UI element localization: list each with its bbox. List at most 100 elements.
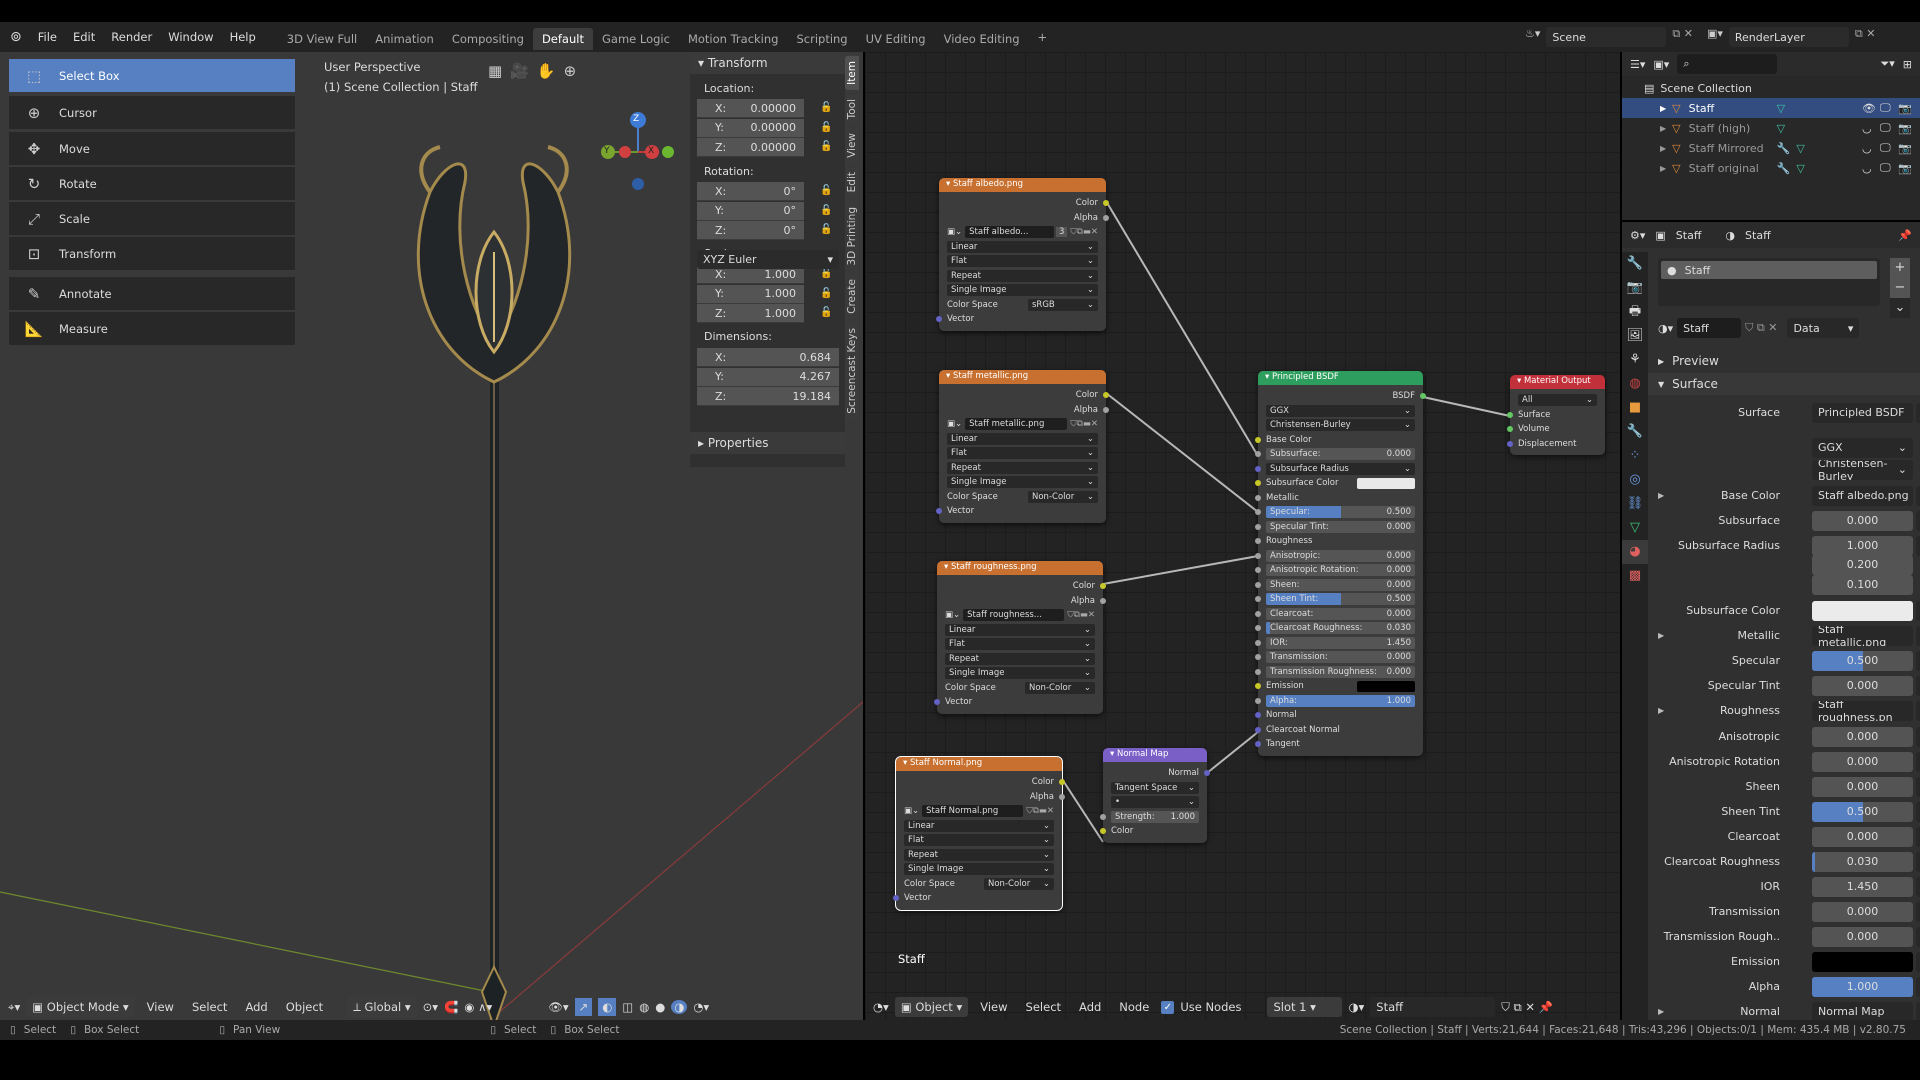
material-shading-icon[interactable]: ◑ — [671, 1000, 688, 1014]
prop-field[interactable]: 1.000 — [1812, 535, 1913, 556]
pivot-icon[interactable]: ⊙▾ — [423, 1000, 438, 1014]
lock-icon[interactable]: 🔓 — [820, 102, 832, 113]
display-mode-icon[interactable]: ☰▾ — [1630, 58, 1645, 71]
new-view-layer-icon[interactable]: ⧉ ✕ — [1855, 27, 1876, 47]
node-dropdown[interactable]: Linear ⌄ — [947, 432, 1098, 445]
color-socket-icon[interactable] — [1103, 392, 1109, 398]
lock-icon[interactable]: 🔓 — [820, 205, 832, 216]
data-tab-icon[interactable]: ▽ — [1622, 516, 1648, 540]
node-dropdown[interactable]: GGX ⌄ — [1266, 404, 1415, 417]
node-row-color-space[interactable]: Color Space Non-Color ⌄ — [939, 490, 1106, 505]
expand-arrow-icon[interactable]: ▶ — [1658, 1007, 1664, 1016]
prop-field[interactable]: 0.000 — [1812, 826, 1913, 847]
prop-field[interactable] — [1812, 600, 1913, 621]
gizmo-toggle-icon[interactable]: ↗ — [574, 998, 593, 1016]
node-dropdown[interactable]: Single Image ⌄ — [947, 284, 1098, 297]
editor-type-icon[interactable]: ⌖▾ — [8, 1000, 20, 1015]
socket-link-icon[interactable]: ○ — [1916, 776, 1920, 797]
node-slider[interactable]: Strength: 1.000 — [1111, 810, 1199, 823]
image-actions-icon[interactable]: ⛉⧉▬✕ — [1026, 806, 1054, 816]
shader-socket-icon[interactable] — [1507, 426, 1513, 432]
prop-field[interactable]: Staff albedo.png — [1812, 485, 1913, 506]
float-socket-icon[interactable] — [1059, 793, 1065, 800]
expand-arrow-icon[interactable]: ▶ — [1660, 124, 1666, 133]
node-row-flat[interactable]: Flat ⌄ — [937, 637, 1103, 652]
node-row-staff-metallic-png[interactable]: ▣⌄ Staff metallic.png ⛉⧉▬✕ — [939, 417, 1106, 432]
wrench-icon[interactable]: 🔧 — [1777, 162, 1791, 175]
color-socket-icon[interactable] — [1100, 828, 1106, 834]
vector-socket-icon[interactable] — [1255, 712, 1261, 718]
color-space-dropdown[interactable]: sRGB ⌄ — [1028, 298, 1098, 311]
socket-link-icon[interactable]: ○ — [1916, 625, 1920, 646]
node-dropdown[interactable]: Single Image ⌄ — [945, 667, 1095, 680]
mesh-data-icon[interactable]: ▽ — [1777, 102, 1785, 115]
tool-select-box[interactable]: ⬚ Select Box — [9, 59, 295, 92]
node-dropdown[interactable]: Repeat ⌄ — [904, 848, 1054, 861]
wrench-icon[interactable]: 🔧 — [1777, 142, 1791, 155]
workspace-tab-uv-editing[interactable]: UV Editing — [857, 28, 935, 50]
node-dropdown[interactable]: Repeat ⌄ — [947, 269, 1098, 282]
expand-arrow-icon[interactable]: ▶ — [1658, 631, 1664, 640]
rotation-mode-dropdown[interactable]: XYZ Euler ▾ — [697, 250, 839, 269]
monitor-icon[interactable]: 🖵 — [1880, 161, 1891, 175]
node-slider[interactable]: Transmission Roughness: 0.000 — [1266, 665, 1415, 678]
slot-specials-button[interactable]: ⌄ — [1890, 298, 1910, 318]
node-slider[interactable]: Sheen Tint: 0.500 — [1266, 593, 1415, 606]
prop-field[interactable]: Staff roughness.pn — [1812, 700, 1913, 721]
node-dropdown[interactable]: Subsurface Radius ⌄ — [1266, 462, 1415, 475]
prop-field[interactable]: Staff metallic.png — [1812, 625, 1913, 646]
image-browse-icon[interactable]: ▣⌄ — [904, 806, 919, 816]
gizmo-z-label[interactable]: Z — [633, 114, 639, 124]
menu-add[interactable]: Add — [239, 997, 273, 1017]
scene-field[interactable]: Scene — [1546, 27, 1667, 47]
pin-icon[interactable]: 📌 — [1898, 229, 1912, 242]
add-workspace-button[interactable]: + — [1029, 26, 1057, 48]
prop-field[interactable]: 0.000 — [1812, 726, 1913, 747]
node-row-anisotropic[interactable]: Anisotropic: 0.000 — [1255, 549, 1423, 564]
sidebar-tab-screencast-keys[interactable]: Screencast Keys — [845, 322, 859, 419]
node-row-christensen-burley[interactable]: Christensen-Burley ⌄ — [1258, 418, 1423, 433]
new-collection-icon[interactable]: ⊞ — [1903, 58, 1912, 71]
location-z-field[interactable]: Z: 0.00000 — [697, 138, 804, 157]
workspace-tab-compositing[interactable]: Compositing — [443, 28, 533, 50]
view-layer-tab-icon[interactable]: 🖼 — [1622, 324, 1648, 348]
mesh-data-icon[interactable]: ▽ — [1796, 142, 1804, 155]
node-header[interactable]: ▾ Staff Normal.png — [896, 757, 1062, 771]
node-row-repeat[interactable]: Repeat ⌄ — [939, 269, 1106, 284]
material-browse-field[interactable]: Staff — [1677, 318, 1742, 338]
image-actions-icon[interactable]: ⛉⧉▬✕ — [1067, 610, 1095, 620]
lock-icon[interactable]: 🔓 — [820, 307, 832, 318]
node-dropdown[interactable]: • ⌄ — [1111, 796, 1199, 809]
lock-icon[interactable]: 🔓 — [820, 224, 832, 235]
node-row-[interactable]: • ⌄ — [1103, 795, 1207, 810]
node-dropdown[interactable]: Repeat ⌄ — [945, 652, 1095, 665]
node-row-specular[interactable]: Specular: 0.500 — [1255, 505, 1423, 520]
lock-icon[interactable]: 🔓 — [820, 268, 832, 279]
scene-tab-icon[interactable]: ⚘ — [1622, 348, 1648, 372]
proportional-icon[interactable]: ◉ ∧▾ — [464, 1000, 492, 1014]
node-principled-bsdf[interactable]: ▾ Principled BSDF BSDF GGX ⌄ Christensen-Bur… — [1255, 371, 1426, 756]
node-header[interactable]: ▾ Staff metallic.png — [939, 370, 1106, 384]
node-row-single-image[interactable]: Single Image ⌄ — [939, 283, 1106, 298]
material-name-field[interactable]: Staff — [1370, 997, 1496, 1017]
shader-type-dropdown[interactable]: ▣ Object ▾ — [894, 997, 969, 1017]
socket-link-icon[interactable]: ○ — [1916, 675, 1920, 696]
prop-field[interactable] — [1812, 951, 1913, 972]
image-browse-icon[interactable]: ▣⌄ — [947, 419, 962, 429]
float-socket-icon[interactable] — [1255, 552, 1261, 559]
vector-socket-icon[interactable] — [893, 895, 899, 901]
color-swatch[interactable] — [1357, 477, 1415, 489]
workspace-tab-animation[interactable]: Animation — [366, 28, 443, 50]
orientation-dropdown[interactable]: ⟂ Global ▾ — [347, 996, 417, 1018]
add-slot-button[interactable]: + — [1890, 258, 1910, 278]
node-dropdown[interactable]: Single Image ⌄ — [904, 863, 1054, 876]
image-name-field[interactable]: Staff albedo... — [965, 226, 1054, 239]
eye-closed-icon[interactable]: ◡ — [1862, 122, 1872, 135]
node-header[interactable]: ▾ Staff roughness.png — [937, 561, 1103, 575]
solid-shading-icon[interactable]: ● — [655, 1000, 665, 1014]
node-row-flat[interactable]: Flat ⌄ — [896, 833, 1062, 848]
node-dropdown[interactable]: Repeat ⌄ — [947, 461, 1098, 474]
mesh-data-icon[interactable]: ▽ — [1796, 162, 1804, 175]
node-slider[interactable]: Alpha: 1.000 — [1266, 694, 1415, 707]
rotation-y-field[interactable]: Y: 0° — [697, 201, 804, 221]
